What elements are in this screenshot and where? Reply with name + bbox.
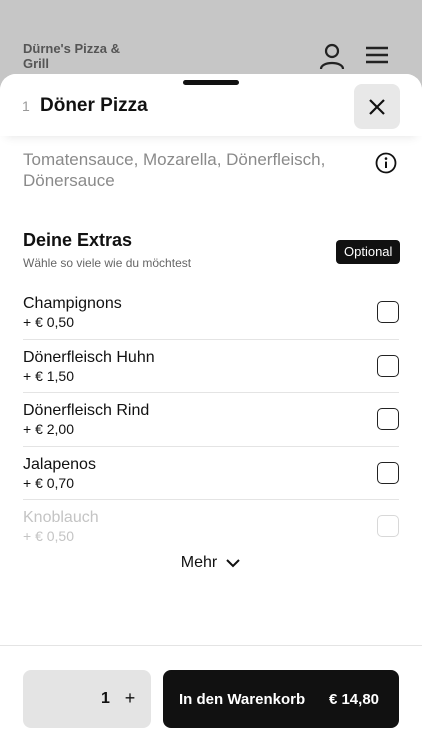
extra-checkbox[interactable]: [377, 354, 399, 377]
extra-name: Dönerfleisch Rind: [23, 402, 150, 419]
user-icon[interactable]: [318, 42, 346, 70]
extras-title: Deine Extras: [23, 230, 133, 250]
extra-option[interactable]: Dönerfleisch Rind + € 2,00: [23, 393, 399, 447]
restaurant-name: Dürne's Pizza & Grill: [23, 41, 121, 71]
extra-price: + € 0,50: [23, 528, 74, 544]
item-description: Tomatensauce, Mozarella, Dönerfleisch, D…: [23, 150, 326, 190]
close-icon: [369, 98, 385, 115]
increment-button[interactable]: +: [117, 683, 143, 713]
close-button[interactable]: [354, 84, 400, 129]
quantity-value: 1: [101, 690, 110, 707]
extra-option[interactable]: Jalapenos + € 0,70: [23, 447, 399, 500]
add-to-cart-button[interactable]: In den Warenkorb € 14,80: [163, 670, 399, 728]
extra-name: Dönerfleisch Huhn: [23, 348, 155, 366]
hamburger-menu-icon[interactable]: [364, 44, 390, 66]
extra-name: Knoblauch: [23, 509, 99, 526]
extras-subtitle: Wähle so viele wie du möchtest: [23, 256, 192, 270]
extra-name: Champignons: [23, 295, 122, 312]
extra-option[interactable]: Champignons + € 0,50: [23, 286, 399, 340]
extra-checkbox[interactable]: [377, 408, 399, 430]
cart-total-price: € 14,80: [328, 690, 379, 708]
extra-option[interactable]: Dönerfleisch Huhn + € 1,50: [23, 340, 399, 393]
extra-price: + € 0,50: [23, 314, 74, 330]
optional-badge: Optional: [336, 240, 401, 264]
extra-checkbox[interactable]: [377, 461, 399, 484]
extra-checkbox[interactable]: [377, 515, 399, 537]
extras-list: Champignons + € 0,50 Dönerfleisch Huhn +…: [23, 286, 399, 554]
extra-price: + € 2,00: [23, 421, 74, 437]
quantity-stepper: 1 +: [23, 670, 151, 728]
extra-checkbox[interactable]: [377, 301, 399, 323]
product-modal: 1 Döner Pizza Tomatensauce, Mozarella, D…: [0, 74, 422, 750]
show-more-button[interactable]: Mehr: [0, 550, 422, 576]
drag-handle[interactable]: [183, 80, 239, 85]
quantity-prefix: 1: [22, 98, 30, 114]
add-to-cart-label: In den Warenkorb: [179, 690, 306, 708]
modal-footer: 1 + In den Warenkorb € 14,80: [0, 645, 422, 750]
extra-price: + € 1,50: [23, 367, 74, 384]
chevron-down-icon: [226, 559, 240, 568]
item-title: Döner Pizza: [40, 95, 148, 116]
info-icon[interactable]: [375, 152, 397, 174]
extra-price: + € 0,70: [23, 474, 74, 491]
show-more-label: Mehr: [180, 554, 218, 571]
modal-header: 1 Döner Pizza: [0, 74, 422, 136]
extra-option[interactable]: Knoblauch + € 0,50: [23, 500, 399, 554]
extra-name: Jalapenos: [23, 455, 96, 473]
